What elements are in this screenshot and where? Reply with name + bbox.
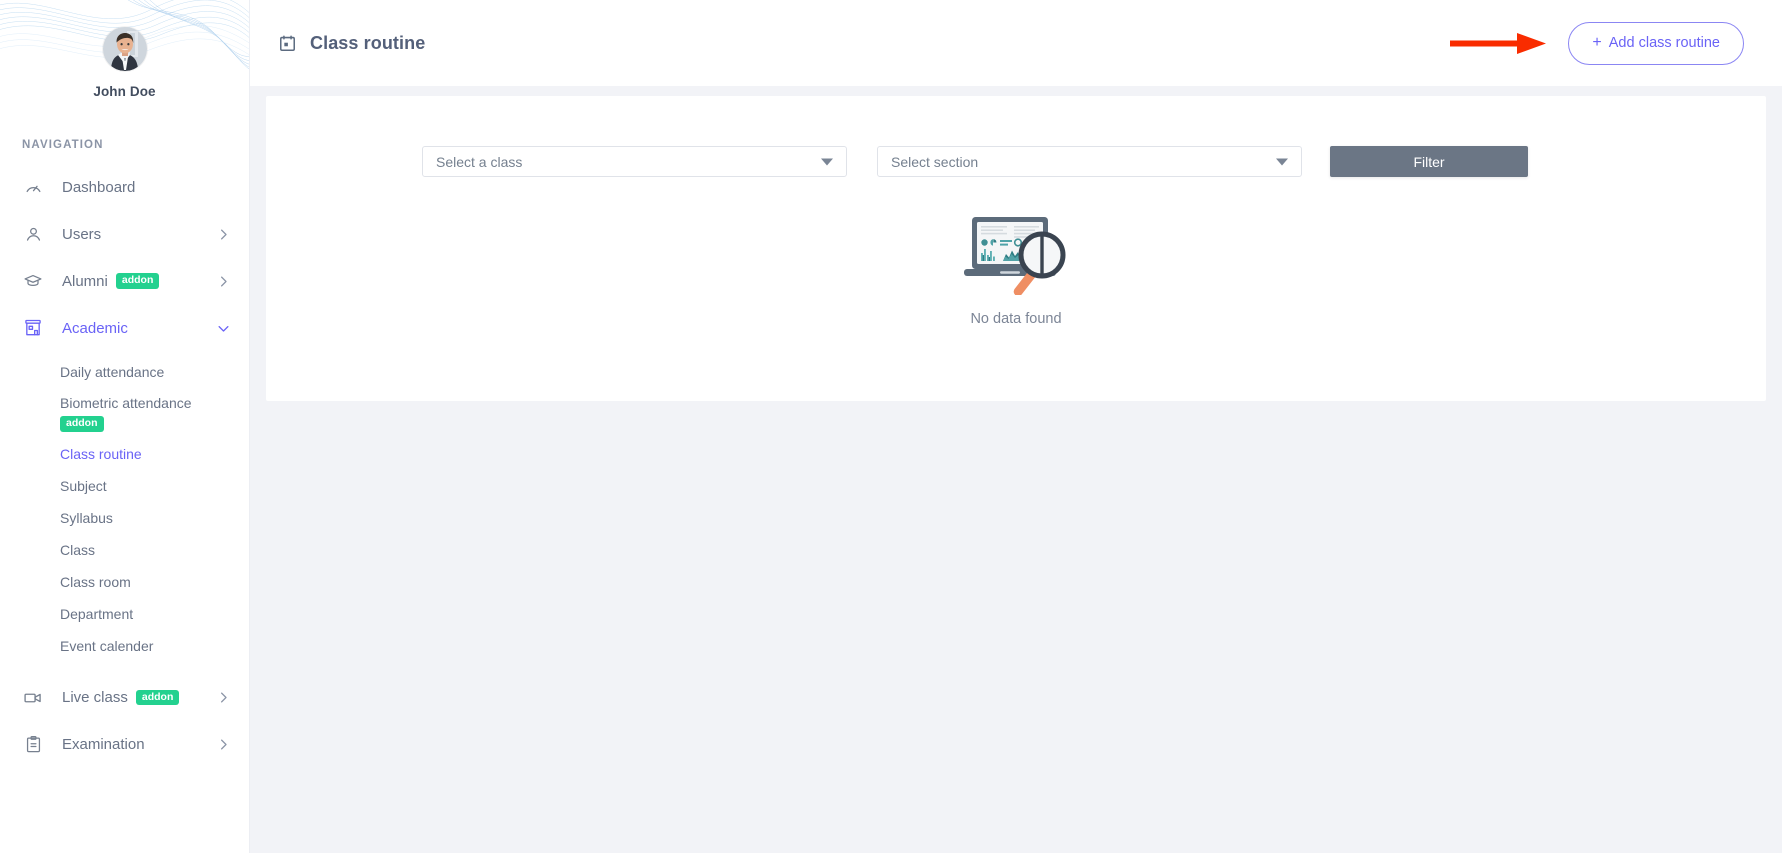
submenu-item-daily-attendance[interactable]: Daily attendance xyxy=(0,356,249,388)
submenu-item-label: Biometric attendance xyxy=(60,395,192,411)
submenu-item-label: Subject xyxy=(60,477,107,494)
caret-down-icon xyxy=(821,158,833,165)
calendar-icon xyxy=(278,34,297,53)
class-select-value: Select a class xyxy=(436,153,523,170)
user-avatar-photo xyxy=(102,27,147,71)
sidebar-nav: Dashboard Users Alumni addon Academic Da… xyxy=(0,167,249,765)
page-title-wrap: Class routine xyxy=(278,33,425,54)
profile-name: John Doe xyxy=(93,84,156,99)
main-area: Class routine + Add class routine Select… xyxy=(250,0,1782,853)
sidebar-profile: John Doe xyxy=(0,0,249,99)
submenu-item-label: Class routine xyxy=(60,445,142,462)
academic-submenu: Daily attendance Biometric attendance ad… xyxy=(0,355,249,662)
sidebar-item-alumni[interactable]: Alumni addon xyxy=(0,261,249,301)
submenu-item-class-routine[interactable]: Class routine xyxy=(0,438,249,470)
content-wrap: Select a class Select section Filter No … xyxy=(250,86,1782,401)
addon-badge: addon xyxy=(115,273,160,289)
chevron-right-icon xyxy=(216,737,231,752)
empty-state: No data found xyxy=(266,211,1766,327)
red-arrow-pointing-right xyxy=(1450,28,1550,58)
chevron-right-icon xyxy=(216,227,231,242)
laptop-with-magnifier-no-data-illustration xyxy=(964,217,1066,295)
empty-state-text: No data found xyxy=(970,311,1062,327)
sidebar-item-users[interactable]: Users xyxy=(0,214,249,254)
speedometer-icon xyxy=(22,176,44,198)
sidebar-item-academic[interactable]: Academic xyxy=(0,308,249,348)
sidebar-item-label: Live class xyxy=(62,689,128,706)
graduation-cap-icon xyxy=(22,270,44,292)
addon-badge: addon xyxy=(60,416,104,432)
app-root: John Doe NAVIGATION Dashboard Users Alum… xyxy=(0,0,1782,853)
plus-icon: + xyxy=(1592,33,1602,51)
section-select-value: Select section xyxy=(891,153,979,170)
header-actions: + Add class routine xyxy=(1450,21,1744,65)
sidebar-item-live-class[interactable]: Live class addon xyxy=(0,678,249,718)
sidebar-item-label: Dashboard xyxy=(62,178,136,196)
submenu-item-department[interactable]: Department xyxy=(0,598,249,630)
video-camera-icon xyxy=(22,687,44,709)
submenu-item-class-room[interactable]: Class room xyxy=(0,566,249,598)
submenu-item-biometric-attendance[interactable]: Biometric attendance addon xyxy=(0,388,249,438)
sidebar-item-examination[interactable]: Examination xyxy=(0,725,249,765)
submenu-item-class[interactable]: Class xyxy=(0,534,249,566)
submenu-item-label: Class xyxy=(60,541,96,558)
sidebar-item-label: Examination xyxy=(62,736,145,753)
filter-button[interactable]: Filter xyxy=(1330,146,1528,177)
submenu-item-label: Department xyxy=(60,605,134,622)
user-icon xyxy=(22,223,44,245)
content-card: Select a class Select section Filter No … xyxy=(266,96,1766,401)
caret-down-icon xyxy=(1276,158,1288,165)
add-class-routine-button[interactable]: + Add class routine xyxy=(1568,21,1744,65)
school-building-icon xyxy=(22,317,44,339)
add-class-routine-label: Add class routine xyxy=(1608,34,1720,51)
chevron-right-icon xyxy=(216,274,231,289)
page-title: Class routine xyxy=(310,32,426,53)
submenu-item-subject[interactable]: Subject xyxy=(0,470,249,502)
submenu-item-event-calender[interactable]: Event calender xyxy=(0,630,249,662)
sidebar-item-label: Academic xyxy=(62,319,128,337)
submenu-item-syllabus[interactable]: Syllabus xyxy=(0,502,249,534)
addon-badge: addon xyxy=(135,689,180,706)
navigation-section-label: NAVIGATION xyxy=(22,139,104,151)
page-header-card: Class routine + Add class routine xyxy=(250,0,1782,86)
section-select[interactable]: Select section xyxy=(877,146,1302,177)
sidebar-item-label: Users xyxy=(62,225,102,243)
sidebar-item-dashboard[interactable]: Dashboard xyxy=(0,167,249,207)
clipboard-icon xyxy=(22,734,44,756)
filter-row: Select a class Select section Filter xyxy=(266,146,1766,177)
avatar[interactable] xyxy=(102,27,147,71)
sidebar-item-label: Alumni xyxy=(62,272,108,290)
submenu-item-label: Class room xyxy=(60,573,131,590)
submenu-item-label: Daily attendance xyxy=(60,364,165,380)
class-select[interactable]: Select a class xyxy=(422,146,847,177)
chevron-down-icon xyxy=(216,321,231,336)
submenu-item-label: Syllabus xyxy=(60,509,113,526)
chevron-right-icon xyxy=(216,690,231,705)
submenu-item-label: Event calender xyxy=(60,637,154,654)
sidebar: John Doe NAVIGATION Dashboard Users Alum… xyxy=(0,0,250,853)
